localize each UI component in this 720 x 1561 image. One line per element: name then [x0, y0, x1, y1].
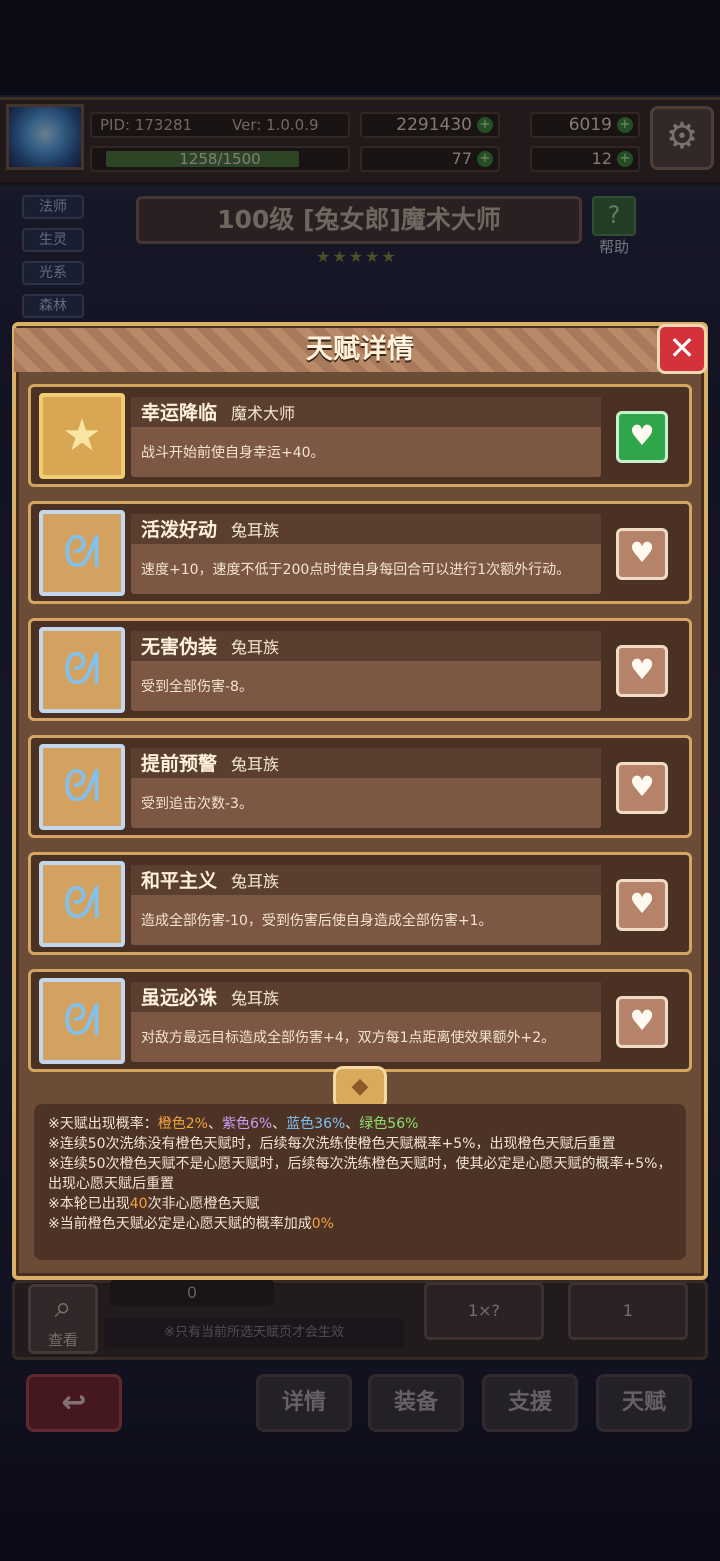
- info-sep: 、: [272, 1116, 287, 1132]
- info-line-4-suffix: 次非心愿橙色天赋: [147, 1196, 260, 1212]
- probability-info-panel: ※天赋出现概率：橙色2%、紫色6%、蓝色36%、绿色56% ※连续50次洗练没有…: [34, 1104, 686, 1260]
- star-icon: ★: [39, 393, 125, 479]
- wish-heart-button[interactable]: ♥: [616, 996, 668, 1048]
- talent-card: ᘛ 提前预警 兔耳族 受到追击次数-3。 ♥: [28, 735, 692, 838]
- bunny-icon: ᘛ: [39, 978, 125, 1064]
- talent-tag: 兔耳族: [231, 755, 280, 774]
- talent-name: 幸运降临: [141, 402, 218, 424]
- talent-name: 无害伪装: [141, 636, 218, 658]
- orange-rate: 橙色2%: [157, 1116, 208, 1132]
- modal-title: 天赋详情: [306, 334, 414, 365]
- talent-name: 活泼好动: [141, 519, 218, 541]
- talent-description: 造成全部伤害-10，受到伤害后使自身造成全部伤害+1。: [141, 913, 493, 929]
- bunny-icon: ᘛ: [39, 861, 125, 947]
- non-wish-count: 40: [129, 1196, 148, 1212]
- talent-description: 战斗开始前使自身幸运+40。: [141, 445, 325, 461]
- talent-card: ᘛ 和平主义 兔耳族 造成全部伤害-10，受到伤害后使自身造成全部伤害+1。 ♥: [28, 852, 692, 955]
- talent-tag: 兔耳族: [231, 989, 280, 1008]
- info-line-2: ※连续50次洗练没有橙色天赋时，后续每次洗练使橙色天赋概率+5%，出现橙色天赋后…: [48, 1136, 616, 1152]
- info-sep: 、: [207, 1116, 222, 1132]
- talent-description: 对敌方最远目标造成全部伤害+4，双方每1点距离使效果额外+2。: [141, 1030, 556, 1046]
- info-line-4: ※本轮已出现40次非心愿橙色天赋: [48, 1194, 672, 1214]
- heart-icon: ♥: [629, 770, 655, 803]
- bunny-icon: ᘛ: [39, 744, 125, 830]
- info-line-4-prefix: ※本轮已出现: [48, 1196, 130, 1212]
- bunny-icon: ᘛ: [39, 510, 125, 596]
- talent-name: 虽远必诛: [141, 987, 218, 1009]
- purple-rate: 紫色6%: [221, 1116, 273, 1132]
- wish-heart-button[interactable]: ♥: [616, 762, 668, 814]
- info-line-5-prefix: ※当前橙色天赋必定是心愿天赋的概率加成: [48, 1216, 312, 1232]
- green-rate: 绿色56%: [359, 1116, 419, 1132]
- talent-card: ★ 幸运降临 魔术大师 战斗开始前使自身幸运+40。 ♥: [28, 384, 692, 487]
- talent-tag: 兔耳族: [231, 872, 280, 891]
- heart-icon: ♥: [629, 536, 655, 569]
- bunny-icon: ᘛ: [39, 627, 125, 713]
- talent-name: 提前预警: [141, 753, 218, 775]
- info-line-3: ※连续50次橙色天赋不是心愿天赋时，后续每次洗练橙色天赋时，使其必定是心愿天赋的…: [48, 1156, 672, 1192]
- talent-tag: 兔耳族: [231, 638, 280, 657]
- heart-icon: ♥: [629, 887, 655, 920]
- talent-tag: 兔耳族: [231, 521, 280, 540]
- wish-bonus: 0%: [311, 1216, 334, 1232]
- info-line-5: ※当前橙色天赋必定是心愿天赋的概率加成0%: [48, 1214, 672, 1234]
- close-button[interactable]: ✕: [657, 324, 707, 374]
- wish-heart-button[interactable]: ♥: [616, 528, 668, 580]
- wish-heart-button[interactable]: ♥: [616, 879, 668, 931]
- info-line-1: ※天赋出现概率：橙色2%、紫色6%、蓝色36%、绿色56%: [48, 1114, 672, 1134]
- talent-list: ★ 幸运降临 魔术大师 战斗开始前使自身幸运+40。 ♥ ᘛ 活泼好动 兔耳族 …: [28, 384, 692, 1086]
- talent-card: ᘛ 虽远必诛 兔耳族 对敌方最远目标造成全部伤害+4，双方每1点距离使效果额外+…: [28, 969, 692, 1072]
- talent-tag: 魔术大师: [231, 404, 296, 423]
- talent-description: 受到全部伤害-8。: [141, 679, 253, 695]
- info-prefix: ※天赋出现概率：: [48, 1116, 158, 1132]
- wish-heart-button[interactable]: ♥: [616, 411, 668, 463]
- talent-description: 受到追击次数-3。: [141, 796, 253, 812]
- heart-icon: ♥: [629, 419, 655, 452]
- heart-icon: ♥: [629, 653, 655, 686]
- heart-icon: ♥: [629, 1004, 655, 1037]
- talent-description: 速度+10，速度不低于200点时使自身每回合可以进行1次额外行动。: [141, 562, 571, 578]
- info-sep: 、: [345, 1116, 360, 1132]
- blue-rate: 蓝色36%: [286, 1116, 346, 1132]
- wish-heart-button[interactable]: ♥: [616, 645, 668, 697]
- talent-card: ᘛ 活泼好动 兔耳族 速度+10，速度不低于200点时使自身每回合可以进行1次额…: [28, 501, 692, 604]
- talent-name: 和平主义: [141, 870, 218, 892]
- talent-card: ᘛ 无害伪装 兔耳族 受到全部伤害-8。 ♥: [28, 618, 692, 721]
